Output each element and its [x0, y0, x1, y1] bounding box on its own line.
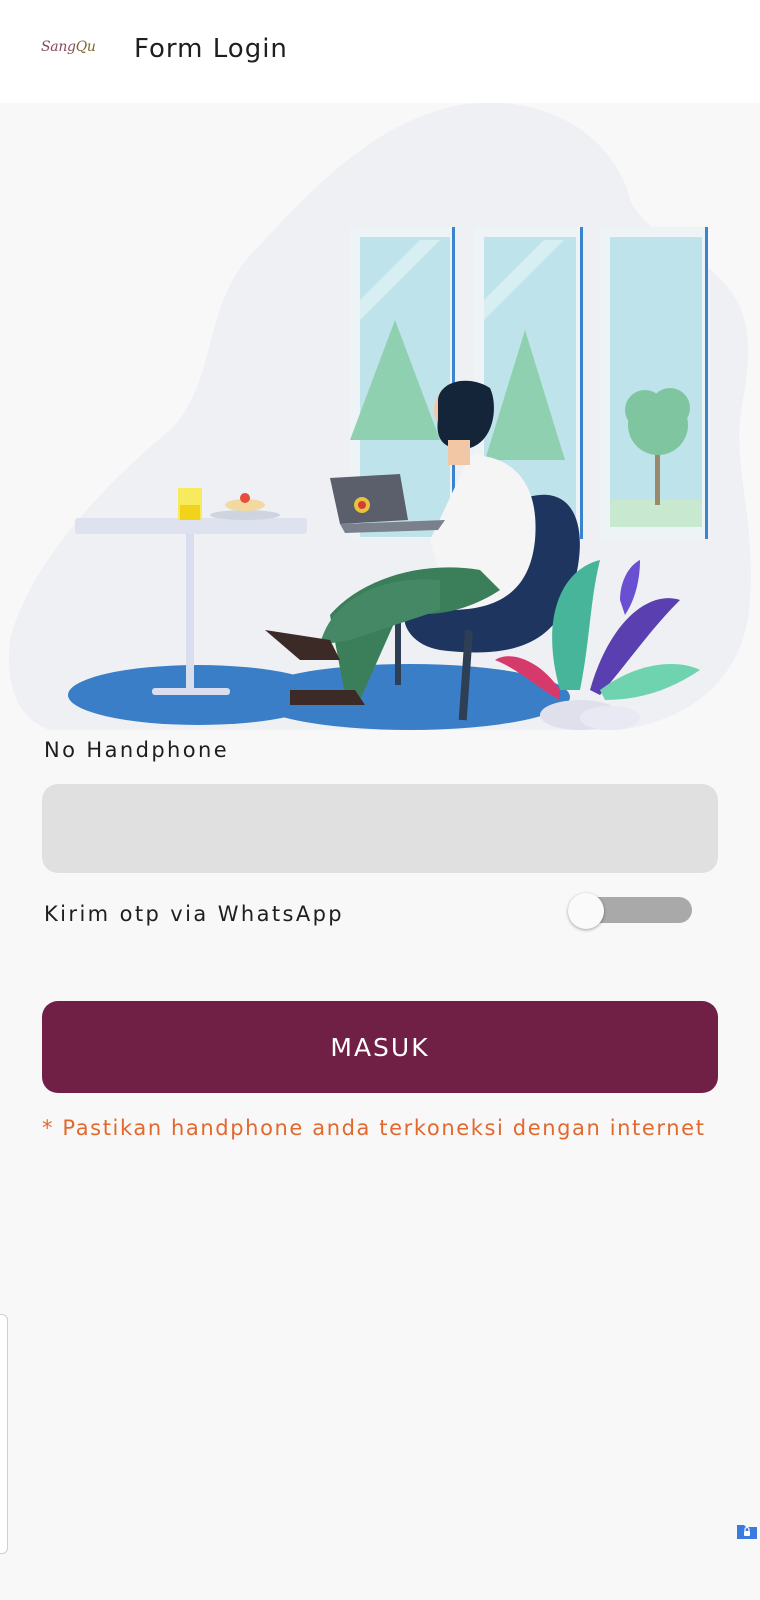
phone-input[interactable]	[42, 784, 718, 873]
login-screen: SangQu Form Login No Handphone Kirim otp…	[0, 0, 760, 1600]
connection-note: * Pastikan handphone anda terkoneksi den…	[42, 1116, 706, 1140]
page-title: Form Login	[134, 34, 288, 64]
side-handle[interactable]	[0, 1314, 8, 1554]
whatsapp-otp-toggle[interactable]	[568, 893, 694, 933]
app-logo: SangQu	[41, 39, 96, 55]
phone-label: No Handphone	[44, 738, 230, 762]
app-header: SangQu Form Login	[0, 0, 760, 103]
whatsapp-otp-label: Kirim otp via WhatsApp	[44, 902, 345, 926]
folder-lock-icon[interactable]	[736, 1522, 758, 1540]
illustration	[9, 103, 751, 730]
submit-button[interactable]: MASUK	[42, 1001, 718, 1093]
toggle-thumb	[568, 893, 604, 929]
